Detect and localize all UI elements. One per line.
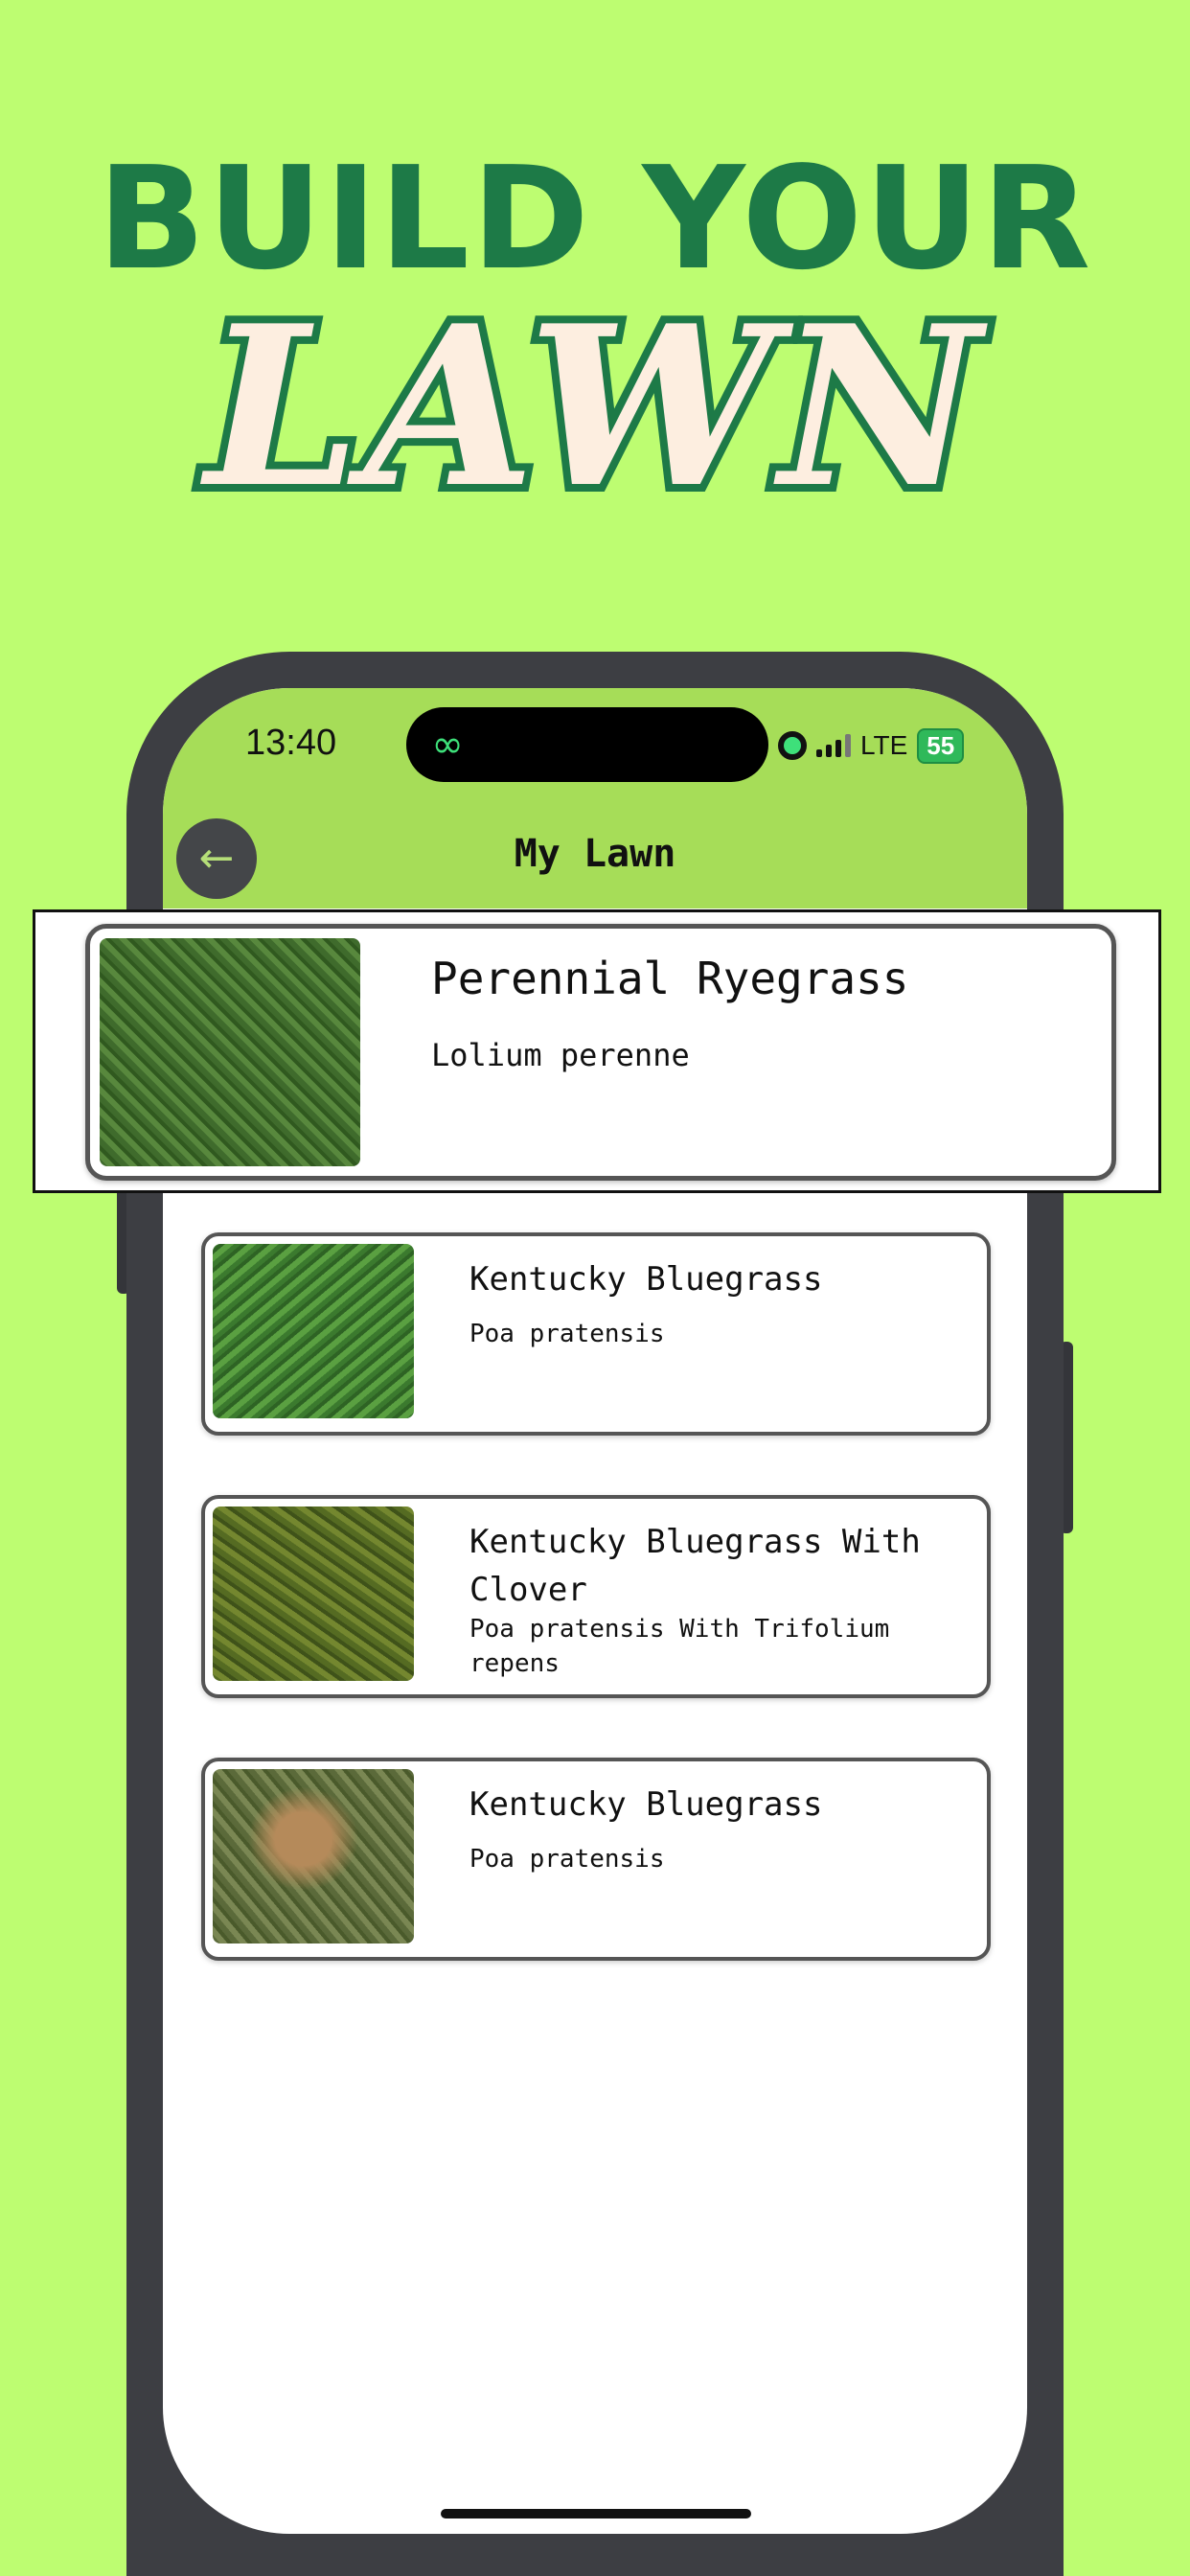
highlighted-card-callout: Perennial Ryegrass Lolium perenne [33, 909, 1161, 1193]
status-indicators: LTE 55 [778, 726, 965, 765]
network-type: LTE [860, 730, 908, 760]
app-bar: 13:40 ∞ LTE 55 ← My Lawn [163, 688, 1027, 908]
lawn-card[interactable]: Kentucky Bluegrass Poa pratensis [201, 1758, 991, 1961]
lawn-thumbnail [213, 1506, 414, 1681]
lawn-card[interactable]: Kentucky Bluegrass Poa pratensis [201, 1232, 991, 1436]
headline-build-your: BUILD YOUR [97, 136, 1093, 301]
status-time: 13:40 [245, 723, 337, 763]
dynamic-island: ∞ [406, 707, 768, 782]
link-rings-icon: ∞ [431, 723, 464, 767]
lawn-name: Perennial Ryegrass [431, 953, 909, 1004]
headline-lawn: LAWN [197, 278, 988, 537]
lawn-card-highlighted[interactable]: Perennial Ryegrass Lolium perenne [85, 924, 1116, 1181]
lawn-scientific-name: Poa pratensis [469, 1845, 665, 1874]
battery-icon: 55 [917, 727, 965, 764]
home-indicator [441, 2509, 751, 2518]
lawn-thumbnail [213, 1769, 414, 1944]
recording-dot-icon [778, 731, 807, 760]
page-title: My Lawn [514, 832, 676, 876]
lawn-name: Kentucky Bluegrass With Clover [469, 1523, 921, 1609]
lawn-name: Kentucky Bluegrass [469, 1785, 823, 1824]
lawn-name: Kentucky Bluegrass [469, 1260, 823, 1299]
lawn-card[interactable]: Kentucky Bluegrass With Clover Poa prate… [201, 1495, 991, 1698]
lawn-thumbnail [213, 1244, 414, 1418]
lawn-scientific-name: Poa pratensis [469, 1320, 665, 1348]
lawn-scientific-name: Poa pratensis With Trifolium repens [469, 1615, 890, 1678]
signal-icon [816, 734, 851, 757]
lawn-thumbnail [100, 938, 360, 1166]
lawn-scientific-name: Lolium perenne [431, 1037, 690, 1073]
